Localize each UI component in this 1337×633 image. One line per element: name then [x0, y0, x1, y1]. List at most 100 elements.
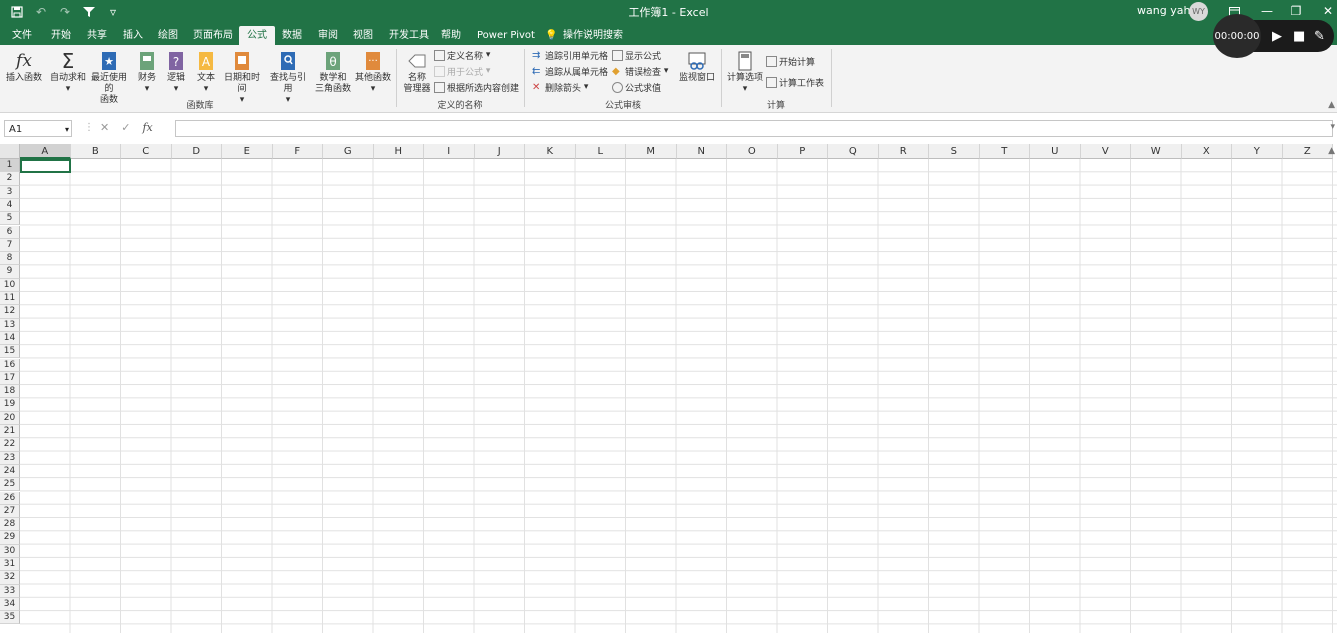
row-header[interactable]: 28: [0, 518, 20, 532]
trace-precedents-button[interactable]: ⇉ 追踪引用单元格: [532, 48, 608, 62]
tab-file[interactable]: 文件: [12, 26, 32, 45]
row-header[interactable]: 7: [0, 238, 20, 253]
lightbulb-icon[interactable]: 💡: [545, 26, 557, 45]
column-header[interactable]: S: [929, 144, 980, 159]
insert-function-icon[interactable]: fx: [142, 121, 152, 134]
row-header[interactable]: 15: [0, 345, 20, 359]
tab-draw[interactable]: 绘图: [158, 26, 178, 45]
tab-formulas[interactable]: 公式: [239, 26, 275, 45]
watch-window-button[interactable]: 监视窗口: [678, 51, 716, 84]
row-header[interactable]: 33: [0, 584, 20, 598]
column-header[interactable]: G: [323, 144, 374, 159]
row-header[interactable]: 14: [0, 331, 20, 346]
row-header[interactable]: 31: [0, 558, 20, 572]
row-header[interactable]: 13: [0, 318, 20, 332]
column-header[interactable]: B: [70, 144, 121, 159]
row-header[interactable]: 18: [0, 385, 20, 399]
recent-functions-button[interactable]: ★ 最近使用的 函数: [87, 51, 131, 106]
active-cell[interactable]: [20, 159, 71, 173]
column-header[interactable]: U: [1030, 144, 1081, 159]
row-header[interactable]: 23: [0, 451, 20, 465]
row-header[interactable]: 24: [0, 464, 20, 479]
tab-power-pivot[interactable]: Power Pivot: [477, 26, 535, 45]
tab-insert[interactable]: 插入: [123, 26, 143, 45]
row-header[interactable]: 3: [0, 185, 20, 199]
calculation-options-button[interactable]: 计算选项 ▾: [726, 51, 764, 95]
calculate-now-button[interactable]: 开始计算: [766, 54, 815, 68]
trace-dependents-button[interactable]: ⇇ 追踪从属单元格: [532, 64, 608, 78]
row-header[interactable]: 22: [0, 438, 20, 452]
tab-page-layout[interactable]: 页面布局: [193, 26, 233, 45]
insert-function-button[interactable]: fx 插入函数: [6, 51, 42, 84]
row-header[interactable]: 30: [0, 544, 20, 558]
row-header[interactable]: 25: [0, 478, 20, 492]
scroll-up-icon[interactable]: ▲: [1328, 146, 1335, 156]
math-trig-button[interactable]: θ 数学和 三角函数: [311, 51, 355, 95]
tab-help[interactable]: 帮助: [441, 26, 461, 45]
column-header[interactable]: K: [525, 144, 576, 159]
text-functions-button[interactable]: A 文本 ▾: [194, 51, 218, 95]
column-header[interactable]: V: [1080, 144, 1131, 159]
show-formulas-button[interactable]: 显示公式: [612, 48, 661, 62]
column-header[interactable]: W: [1131, 144, 1182, 159]
lookup-reference-button[interactable]: 查找与引用 ▾: [266, 51, 310, 106]
column-header[interactable]: F: [272, 144, 323, 159]
row-header[interactable]: 10: [0, 278, 20, 292]
avatar[interactable]: WY: [1189, 2, 1208, 21]
row-header[interactable]: 19: [0, 398, 20, 412]
row-header[interactable]: 5: [0, 212, 20, 226]
cell-area[interactable]: [20, 159, 1337, 633]
pen-icon[interactable]: ✎: [1314, 29, 1325, 44]
financial-button[interactable]: 财务 ▾: [135, 51, 159, 95]
evaluate-formula-button[interactable]: 公式求值: [612, 80, 661, 94]
row-header[interactable]: 12: [0, 305, 20, 319]
row-header[interactable]: 6: [0, 225, 20, 239]
logical-button[interactable]: ? 逻辑 ▾: [164, 51, 188, 95]
autosum-button[interactable]: Σ 自动求和 ▾: [50, 51, 86, 95]
row-header[interactable]: 4: [0, 198, 20, 213]
row-header[interactable]: 27: [0, 504, 20, 519]
column-header[interactable]: I: [424, 144, 475, 159]
enter-icon[interactable]: ✓: [121, 121, 130, 134]
row-header[interactable]: 26: [0, 491, 20, 505]
row-header[interactable]: 20: [0, 411, 20, 425]
row-header[interactable]: 32: [0, 571, 20, 585]
tab-data[interactable]: 数据: [282, 26, 302, 45]
column-header[interactable]: J: [474, 144, 525, 159]
column-header[interactable]: Y: [1232, 144, 1283, 159]
play-icon[interactable]: ▶: [1272, 29, 1282, 44]
column-header[interactable]: P: [777, 144, 828, 159]
remove-arrows-button[interactable]: ✕ 删除箭头 ▾: [532, 80, 588, 94]
column-header[interactable]: L: [575, 144, 626, 159]
drag-handle-icon[interactable]: ⋮: [84, 122, 94, 133]
column-header[interactable]: R: [878, 144, 929, 159]
column-header[interactable]: T: [979, 144, 1030, 159]
row-header[interactable]: 16: [0, 358, 20, 372]
more-functions-button[interactable]: ··· 其他函数 ▾: [354, 51, 392, 95]
column-header[interactable]: E: [222, 144, 273, 159]
row-header[interactable]: 21: [0, 425, 20, 439]
row-header[interactable]: 11: [0, 292, 20, 306]
column-header[interactable]: X: [1181, 144, 1232, 159]
row-header[interactable]: 8: [0, 252, 20, 266]
row-header[interactable]: 29: [0, 531, 20, 545]
column-header[interactable]: Z: [1282, 144, 1333, 159]
create-from-selection-button[interactable]: 根据所选内容创建: [434, 80, 519, 94]
cancel-icon[interactable]: ✕: [100, 121, 109, 134]
column-header[interactable]: Q: [828, 144, 879, 159]
expand-formula-bar-icon[interactable]: ▾: [1330, 122, 1335, 132]
column-header[interactable]: N: [676, 144, 727, 159]
define-name-button[interactable]: 定义名称 ▾: [434, 48, 490, 62]
name-box[interactable]: A1 ▾: [4, 120, 72, 137]
column-header[interactable]: H: [373, 144, 424, 159]
name-manager-button[interactable]: 名称 管理器: [402, 51, 432, 95]
select-all-button[interactable]: [0, 144, 20, 159]
error-checking-button[interactable]: ◆ 错误检查 ▾: [612, 64, 668, 78]
row-header[interactable]: 17: [0, 371, 20, 386]
stop-icon[interactable]: ■: [1293, 29, 1305, 44]
column-header[interactable]: A: [20, 144, 71, 159]
column-header[interactable]: M: [626, 144, 677, 159]
row-header[interactable]: 9: [0, 265, 20, 279]
column-header[interactable]: D: [171, 144, 222, 159]
tell-me-search[interactable]: 操作说明搜索: [563, 26, 623, 45]
